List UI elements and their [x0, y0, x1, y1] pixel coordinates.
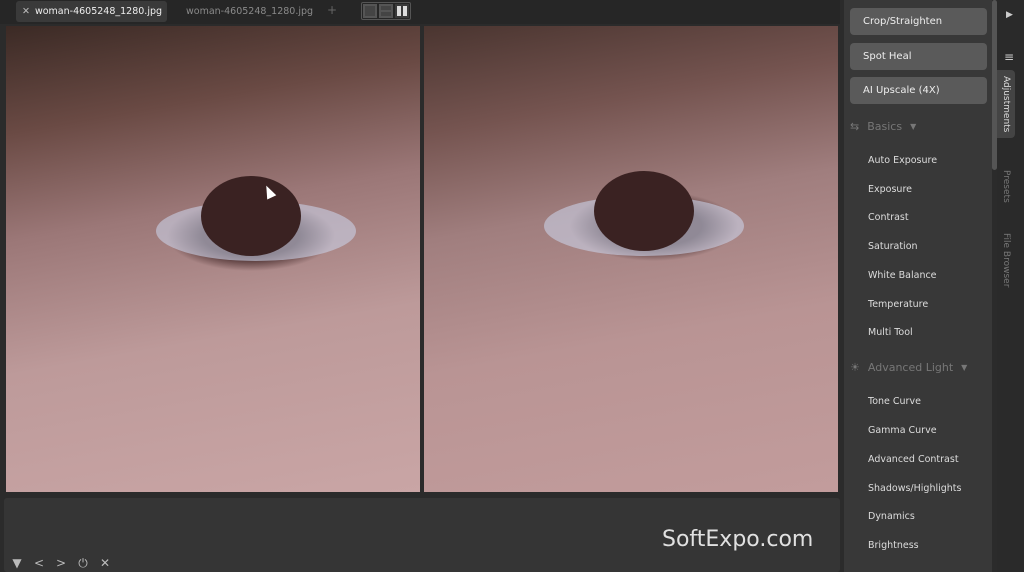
collapse-icon[interactable]: ▼ — [12, 556, 22, 571]
item-auto-exposure[interactable]: Auto Exposure — [868, 155, 937, 166]
tab-bar: ✕ woman-4605248_1280.jpg woman-4605248_12… — [0, 0, 840, 24]
tab-presets[interactable]: Presets — [1001, 170, 1011, 203]
item-dynamics[interactable]: Dynamics — [868, 511, 915, 522]
add-tab-button[interactable]: + — [327, 3, 337, 17]
item-gamma-curve[interactable]: Gamma Curve — [868, 425, 937, 436]
item-temperature[interactable]: Temperature — [868, 299, 928, 310]
item-brightness[interactable]: Brightness — [868, 540, 919, 551]
chevron-down-icon: ▼ — [961, 363, 968, 372]
menu-icon[interactable]: ≡ — [1004, 50, 1014, 64]
previous-icon[interactable]: < — [34, 556, 44, 571]
original-image-pane[interactable] — [6, 26, 420, 492]
split-horizontal-icon[interactable] — [379, 4, 393, 18]
sun-icon: ☀ — [850, 361, 860, 374]
sliders-icon: ⇆ — [850, 120, 860, 133]
adjustments-panel: Crop/Straighten Spot Heal AI Upscale (4X… — [844, 0, 992, 572]
section-advanced-light[interactable]: ☀ Advanced Light ▼ — [850, 361, 967, 374]
spot-heal-button[interactable]: Spot Heal — [850, 43, 987, 70]
item-exposure[interactable]: Exposure — [868, 184, 912, 195]
power-icon[interactable]: ⏻ — [78, 556, 88, 571]
crop-straighten-button[interactable]: Crop/Straighten — [850, 8, 987, 35]
close-icon[interactable]: ✕ — [100, 556, 110, 571]
iris — [201, 176, 301, 256]
single-view-icon[interactable] — [363, 4, 377, 18]
tab-inactive[interactable]: woman-4605248_1280.jpg — [186, 1, 313, 22]
tab-label: woman-4605248_1280.jpg — [34, 6, 163, 17]
item-saturation[interactable]: Saturation — [868, 241, 918, 252]
section-title: Basics — [867, 120, 903, 133]
item-contrast[interactable]: Contrast — [868, 212, 909, 223]
bottom-toolbar: ▼ < > ⏻ ✕ — [12, 556, 110, 571]
item-tone-curve[interactable]: Tone Curve — [868, 396, 921, 407]
ai-upscale-button[interactable]: AI Upscale (4X) — [850, 77, 987, 104]
tab-adjustments[interactable]: Adjustments — [997, 70, 1015, 139]
expand-icon[interactable]: ▶ — [1006, 10, 1013, 20]
item-multi-tool[interactable]: Multi Tool — [868, 327, 913, 338]
next-icon[interactable]: > — [56, 556, 66, 571]
chevron-down-icon: ▼ — [910, 122, 917, 131]
close-icon[interactable]: ✕ — [22, 6, 30, 17]
upscaled-image-pane[interactable] — [424, 26, 838, 492]
view-mode-toggle — [361, 2, 411, 20]
section-basics[interactable]: ⇆ Basics ▼ — [850, 120, 916, 133]
watermark: SoftExpo.com — [662, 527, 814, 552]
tab-file-browser[interactable]: File Browser — [1001, 233, 1011, 287]
split-vertical-icon[interactable] — [395, 4, 409, 18]
item-white-balance[interactable]: White Balance — [868, 270, 937, 281]
tab-label: woman-4605248_1280.jpg — [186, 6, 314, 17]
item-advanced-contrast[interactable]: Advanced Contrast — [868, 454, 959, 465]
iris — [594, 171, 694, 251]
item-shadows-highlights[interactable]: Shadows/Highlights — [868, 483, 961, 494]
tab-active[interactable]: ✕ woman-4605248_1280.jpg — [16, 1, 167, 22]
section-title: Advanced Light — [867, 361, 954, 374]
